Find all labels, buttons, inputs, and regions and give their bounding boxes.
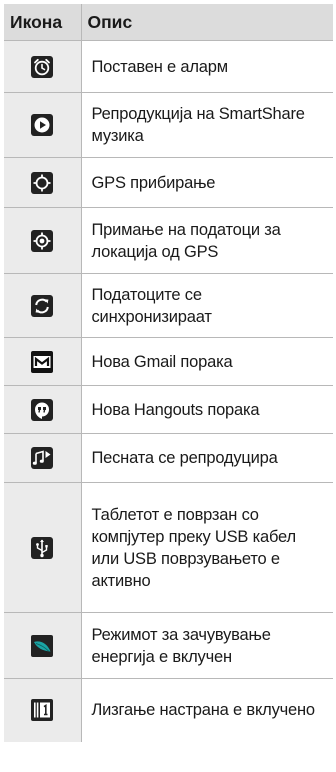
table-row: Поставен е аларм xyxy=(4,40,333,93)
table-row: Песната се репродуцира xyxy=(4,433,333,483)
alarm-clock-icon xyxy=(30,55,54,79)
gmail-icon xyxy=(30,350,54,374)
table-row: Таблетот е поврзан со компјутер преку US… xyxy=(4,482,333,613)
table-cell-description: Примање на податоци за локација од GPS xyxy=(81,207,333,274)
table-row: Лизгање настрана е вклучено xyxy=(4,678,333,742)
energy-saver-icon xyxy=(30,634,54,658)
table-cell-description: Податоците се синхронизираат xyxy=(81,273,333,338)
usb-icon xyxy=(30,536,54,560)
table-cell-description: Нова Hangouts порака xyxy=(81,385,333,434)
status-icon-table: Икона Опис Поставен е аларм Репродукција… xyxy=(4,4,333,742)
header-description-column: Опис xyxy=(81,4,333,41)
gps-acquiring-icon xyxy=(30,171,54,195)
sync-icon xyxy=(30,294,54,318)
table-cell-description: Песната се репродуцира xyxy=(81,433,333,483)
table-header-row: Икона Опис xyxy=(4,4,333,41)
table-cell-description: Таблетот е поврзан со компјутер преку US… xyxy=(81,482,333,613)
table-row: Нова Hangouts порака xyxy=(4,385,333,434)
smartshare-play-icon xyxy=(30,113,54,137)
table-cell-description: Поставен е аларм xyxy=(81,40,333,93)
table-row: Податоците се синхронизираат xyxy=(4,273,333,338)
table-row: Репродукција на SmartShare музика xyxy=(4,92,333,158)
table-cell-description: GPS прибирање xyxy=(81,157,333,208)
table-row: Режимот за зачувување енергија е вклучен xyxy=(4,612,333,679)
table-row: GPS прибирање xyxy=(4,157,333,208)
table-cell-description: Режимот за зачувување енергија е вклучен xyxy=(81,612,333,679)
header-icon-column: Икона xyxy=(4,4,82,41)
table-cell-description: Нова Gmail порака xyxy=(81,337,333,386)
table-row: Примање на податоци за локација од GPS xyxy=(4,207,333,274)
slide-aside-icon xyxy=(30,698,54,722)
table-row: Нова Gmail порака xyxy=(4,337,333,386)
hangouts-icon xyxy=(30,398,54,422)
gps-location-icon xyxy=(30,229,54,253)
table-cell-description: Лизгање настрана е вклучено xyxy=(91,701,316,720)
table-cell-description: Репродукција на SmartShare музика xyxy=(81,92,333,158)
music-playing-icon xyxy=(30,446,54,470)
